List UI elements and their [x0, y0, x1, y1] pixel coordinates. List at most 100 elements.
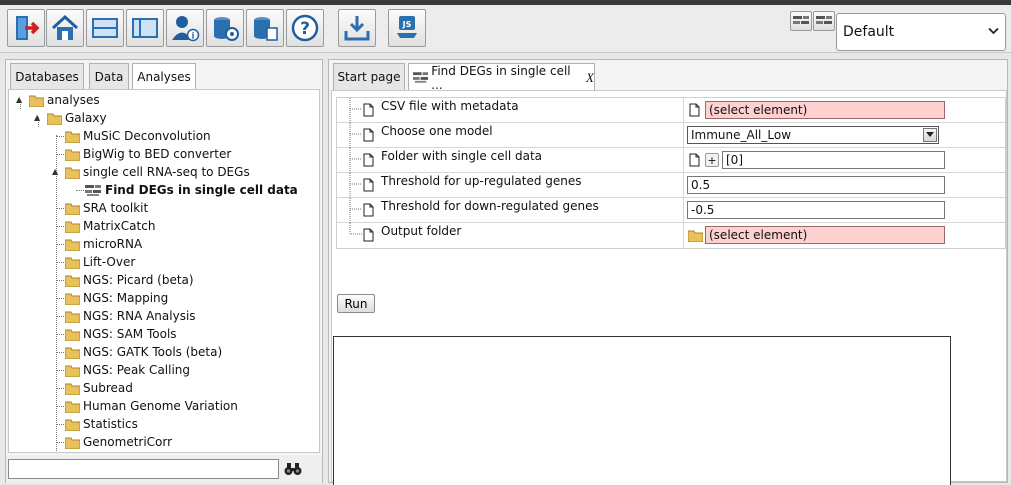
tree-node[interactable]: BigWig to BED converter [65, 145, 231, 163]
home-button[interactable] [46, 9, 84, 47]
document-icon [363, 128, 374, 142]
tree-line [57, 280, 64, 281]
tab-close-button[interactable]: X [586, 70, 594, 86]
tree-line [57, 442, 64, 443]
tree-node-selected[interactable]: Find DEGs in single cell data [85, 181, 298, 199]
main-toolbar: i ? JS Default [0, 5, 1011, 53]
document-icon [363, 228, 374, 242]
log-output-area[interactable] [333, 336, 951, 485]
tree-line [349, 98, 362, 123]
folder-icon [65, 311, 80, 323]
param-row-output-folder: Output folder (select element) [337, 223, 1005, 248]
help-button[interactable]: ? [286, 9, 324, 47]
tree-node[interactable]: NGS: Picard (beta) [65, 271, 194, 289]
javascript-console-button[interactable]: JS [388, 9, 426, 47]
tab-data[interactable]: Data [89, 63, 129, 89]
folder-icon [65, 203, 80, 215]
folder-icon [65, 347, 80, 359]
user-info-button[interactable]: i [166, 9, 204, 47]
analyses-tree[interactable]: analyses Galaxy MuSiC Deconvolution BigW… [8, 89, 320, 453]
tree-line [76, 190, 84, 191]
layout-horizontal-icon [92, 18, 118, 38]
tree-node[interactable]: NGS: GATK Tools (beta) [65, 343, 222, 361]
model-select[interactable]: Immune_All_Low [687, 126, 939, 144]
model-select-dropdown-button[interactable] [923, 128, 937, 142]
tree-node[interactable]: Human Genome Variation [65, 397, 238, 415]
expand-toggle[interactable]: ▲ [16, 95, 22, 104]
tool-stack-icon [816, 15, 832, 24]
exit-button[interactable] [7, 9, 45, 47]
tree-node[interactable]: SRA toolkit [65, 199, 148, 217]
tree-line [57, 262, 64, 263]
svg-text:i: i [191, 31, 194, 41]
param-row-csv-metadata: CSV file with metadata (select element) [337, 98, 1005, 123]
document-icon [363, 203, 374, 217]
tree-node[interactable]: single cell RNA-seq to DEGs [65, 163, 250, 181]
tree-search-button[interactable] [283, 459, 303, 479]
expand-toggle[interactable]: ▲ [52, 167, 58, 176]
tree-node[interactable]: GenometriCorr [65, 433, 172, 451]
csv-metadata-field[interactable]: (select element) [705, 101, 945, 119]
tree-line [349, 198, 362, 223]
toggle-tree-button[interactable] [790, 11, 812, 31]
folder-icon [688, 230, 703, 242]
folder-icon [65, 365, 80, 377]
folder-icon [65, 401, 80, 413]
download-button[interactable] [338, 9, 376, 47]
tree-line [57, 208, 64, 209]
layout-horizontal-button[interactable] [86, 9, 124, 47]
tree-node[interactable]: microRNA [65, 235, 142, 253]
tree-search-input[interactable] [8, 459, 279, 479]
tree-node[interactable]: analyses [29, 91, 100, 109]
tree-node[interactable]: Subread [65, 379, 133, 397]
tool-icon [413, 72, 429, 83]
folder-icon [65, 437, 80, 449]
user-info-icon: i [172, 16, 200, 42]
folder-icon [65, 257, 80, 269]
database-copy-button[interactable] [246, 9, 284, 47]
param-row-up-threshold: Threshold for up-regulated genes 0.5 [337, 173, 1005, 198]
output-folder-field[interactable]: (select element) [705, 226, 945, 244]
tree-node[interactable]: Statistics [65, 415, 138, 433]
add-item-button[interactable]: + [705, 153, 719, 167]
tree-line [57, 298, 64, 299]
param-label: CSV file with metadata [381, 99, 519, 113]
up-threshold-input[interactable]: 0.5 [687, 176, 945, 194]
tab-databases[interactable]: Databases [10, 63, 84, 89]
tree-line [57, 424, 64, 425]
tree-node[interactable]: MuSiC Deconvolution [65, 127, 211, 145]
layout-vertical-button[interactable] [126, 9, 164, 47]
toggle-tools-button[interactable] [813, 11, 835, 31]
tab-start-page[interactable]: Start page [333, 63, 405, 90]
tool-icon [85, 184, 101, 196]
param-label: Threshold for up-regulated genes [381, 174, 582, 188]
single-cell-folder-field[interactable]: [0] [722, 151, 945, 169]
down-threshold-input[interactable]: -0.5 [687, 201, 945, 219]
tree-line [57, 316, 64, 317]
tree-node[interactable]: NGS: RNA Analysis [65, 307, 196, 325]
tree-node[interactable]: Galaxy [47, 109, 107, 127]
tab-analyses[interactable]: Analyses [132, 63, 196, 90]
tool-form: CSV file with metadata (select element) … [331, 90, 1007, 485]
tree-search-bar [6, 455, 322, 483]
param-label: Folder with single cell data [381, 149, 543, 163]
run-button[interactable]: Run [337, 294, 375, 313]
folder-icon [65, 239, 80, 251]
perspective-select[interactable]: Default [836, 13, 1006, 51]
tree-node[interactable]: NGS: Mapping [65, 289, 168, 307]
tree-node[interactable]: NGS: Peak Calling [65, 361, 190, 379]
folder-icon [65, 419, 80, 431]
expand-toggle[interactable]: ▲ [34, 113, 40, 122]
tree-node[interactable]: NGS: SAM Tools [65, 325, 177, 343]
help-icon: ? [291, 14, 319, 42]
tool-stack-icon [793, 15, 809, 24]
tree-node[interactable]: Lift-Over [65, 253, 135, 271]
database-settings-button[interactable] [206, 9, 244, 47]
folder-icon [65, 131, 80, 143]
folder-icon [65, 329, 80, 341]
tree-line [57, 406, 64, 407]
tree-node[interactable]: MatrixCatch [65, 217, 155, 235]
document-icon [689, 103, 700, 117]
tree-line [57, 388, 64, 389]
tab-find-degs[interactable]: Find DEGs in single cell ... X [408, 63, 595, 92]
